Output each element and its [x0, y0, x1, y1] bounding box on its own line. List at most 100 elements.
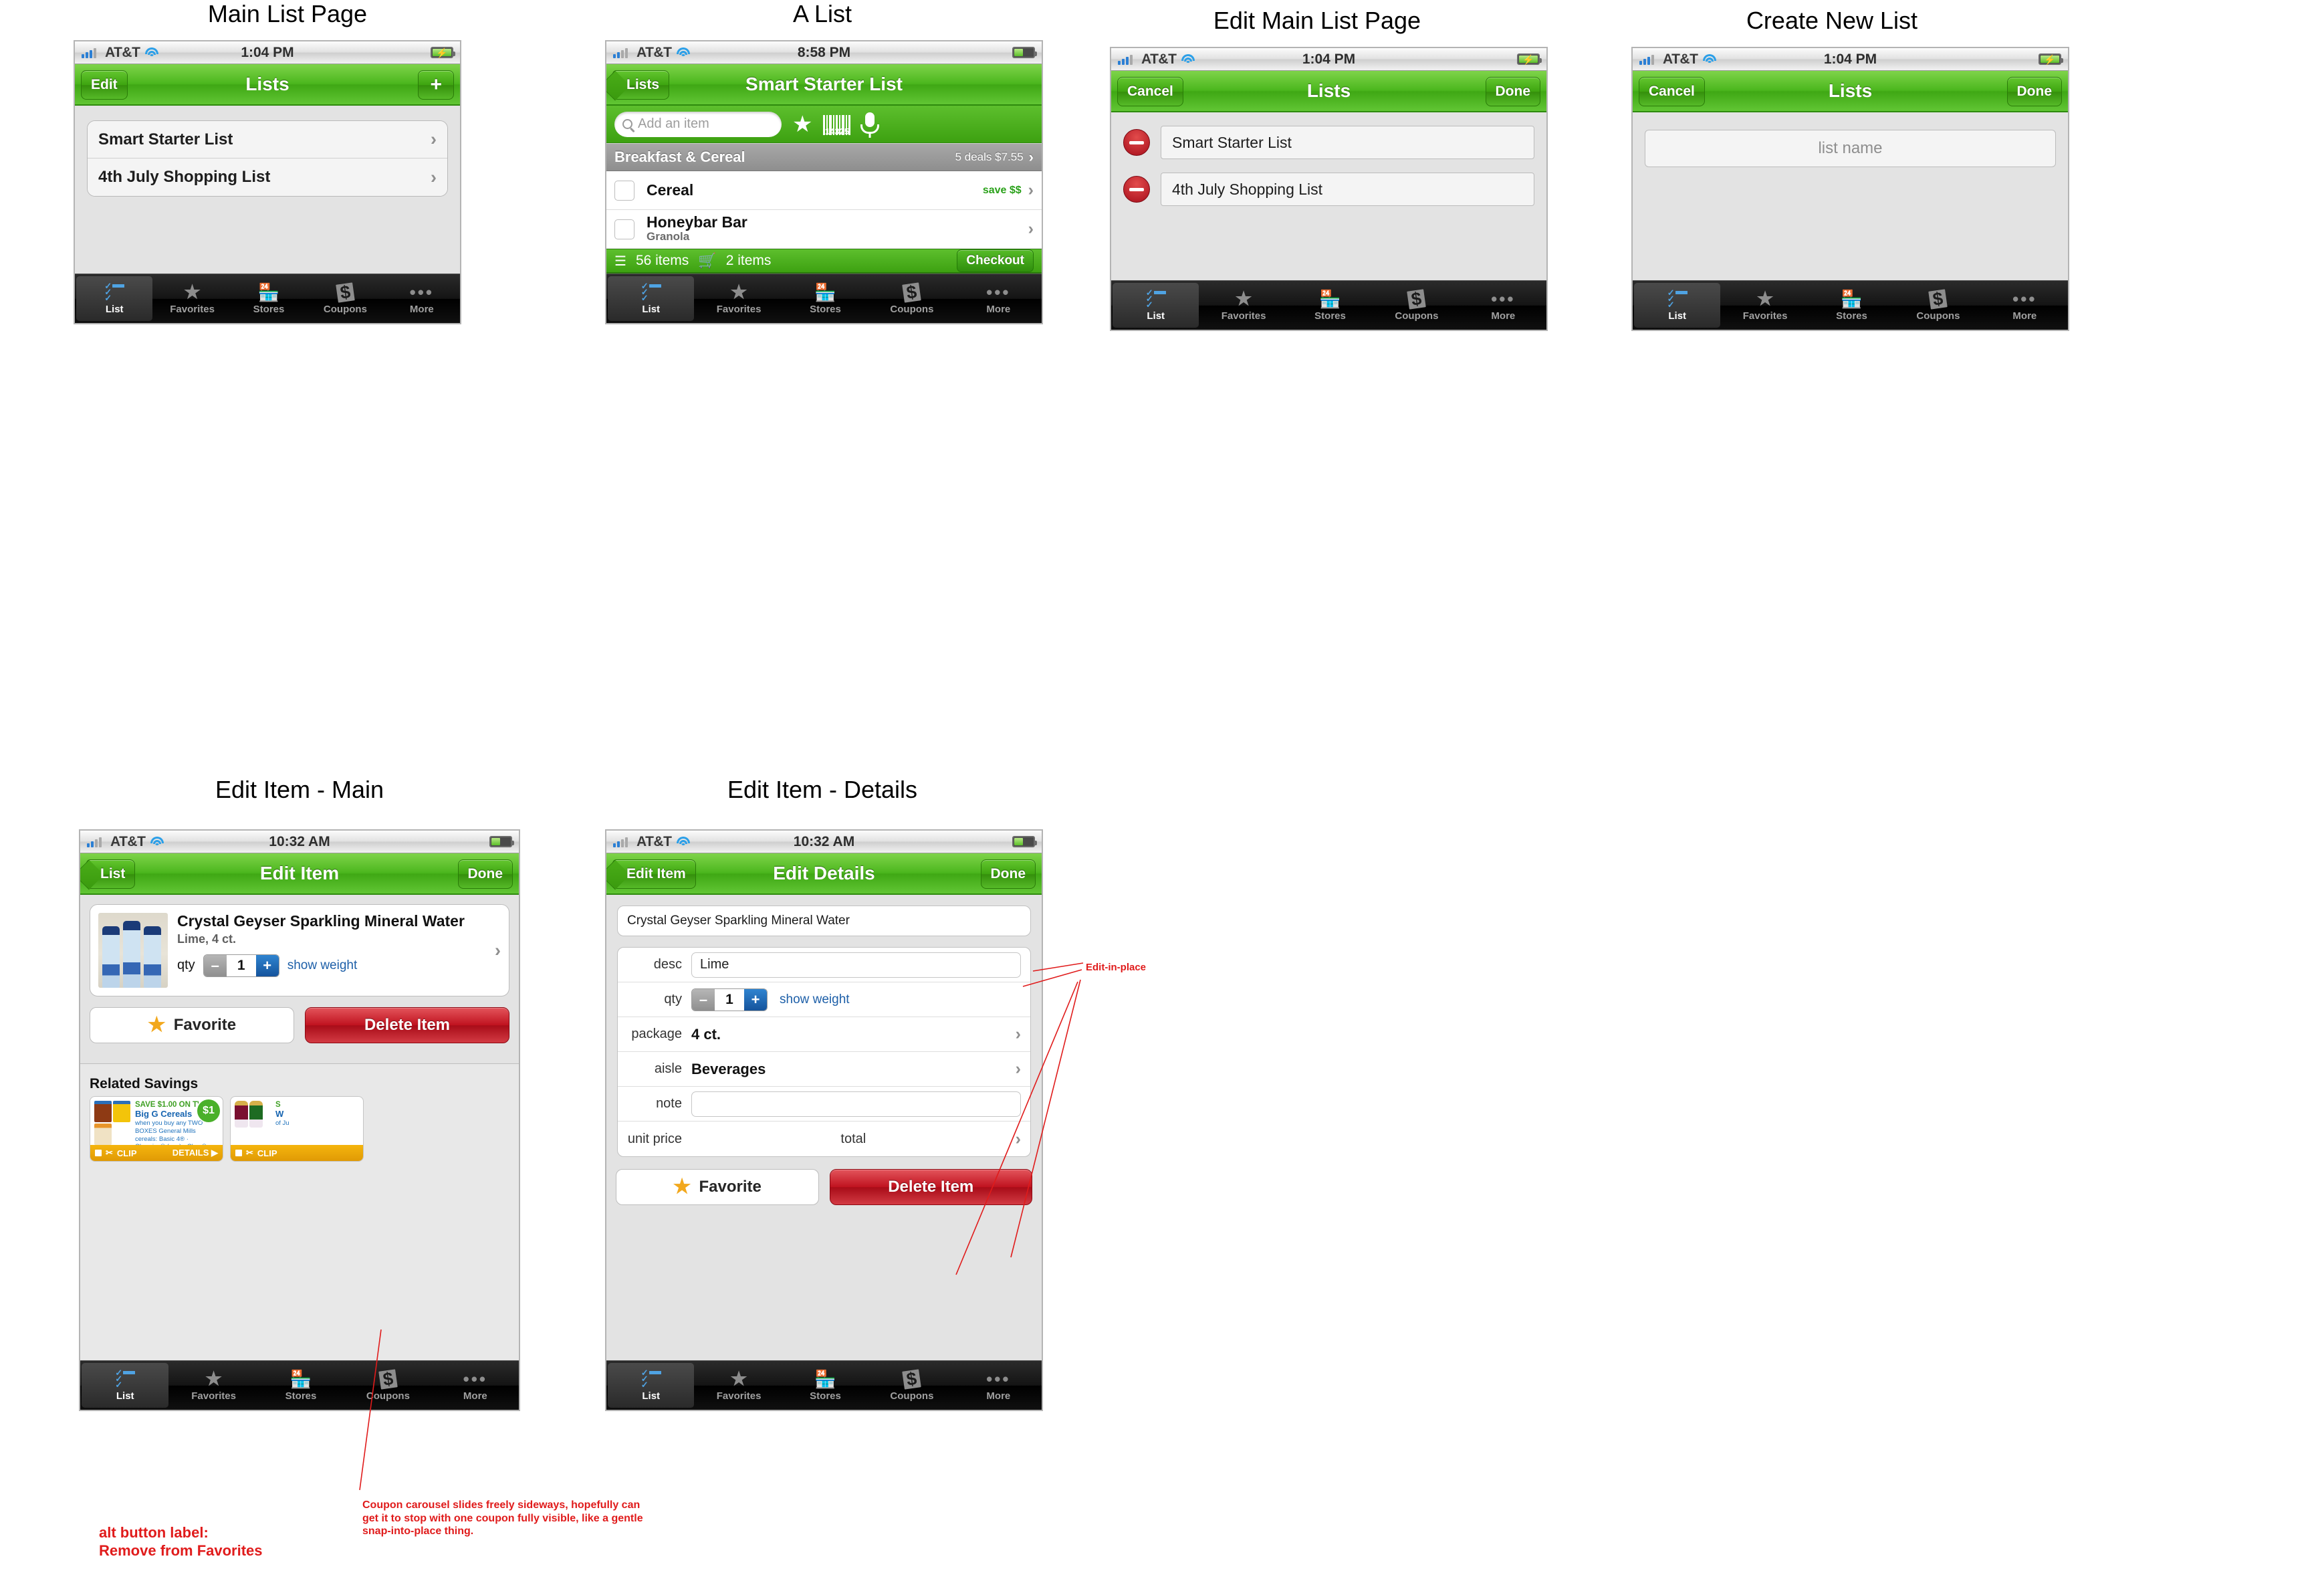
tab-coupons[interactable]: $ Coupons [868, 1361, 955, 1410]
annotation-alt-button-label: alt button label: Remove from Favorites [99, 1506, 263, 1560]
done-button[interactable]: Done [457, 859, 513, 889]
total-items-count: 56 items [635, 253, 689, 268]
tab-more[interactable]: ••• More [955, 274, 1042, 323]
item-title-input[interactable]: Crystal Geyser Sparkling Mineral Water [617, 906, 1031, 936]
list-row-item[interactable]: Cereal save $$ › [606, 171, 1042, 210]
list-item[interactable]: Smart Starter List › [88, 121, 447, 158]
qty-value[interactable]: 1 [226, 954, 256, 976]
tab-favorites[interactable]: ★ Favorites [154, 274, 230, 323]
qty-decrement-button[interactable]: – [203, 954, 227, 976]
checkout-button[interactable]: Checkout [957, 249, 1034, 272]
battery-icon [1012, 836, 1037, 847]
qty-value[interactable]: 1 [715, 988, 744, 1011]
edit-details-content: Crystal Geyser Sparkling Mineral Water d… [606, 895, 1042, 1360]
note-input[interactable] [691, 1091, 1021, 1117]
tab-more[interactable]: ••• More [1982, 281, 2068, 330]
coupon-card[interactable]: S W of Ju ✂ CLIP [230, 1096, 364, 1162]
back-to-edit-item-button[interactable]: Edit Item [612, 859, 696, 889]
chevron-right-icon[interactable]: › [495, 940, 501, 961]
detail-row-aisle[interactable]: aisle Beverages › [618, 1052, 1030, 1087]
favorite-button[interactable]: ★ Favorite [90, 1007, 294, 1043]
tab-list[interactable]: ✓ ✓ ✓ List [76, 276, 153, 321]
done-button[interactable]: Done [980, 859, 1036, 889]
show-weight-link[interactable]: show weight [780, 992, 850, 1007]
dollar-bill-icon: $ [378, 1368, 398, 1389]
tab-stores[interactable]: 🏪 Stores [782, 274, 868, 323]
tab-stores[interactable]: 🏪 Stores [257, 1361, 344, 1410]
status-bar: AT&T 10:32 AM [606, 831, 1042, 853]
detail-row-price[interactable]: unit price total › [618, 1122, 1030, 1156]
delete-row-icon[interactable] [1123, 176, 1150, 203]
tab-favorites[interactable]: ★ Favorites [1722, 281, 1808, 330]
detail-row-note: note [618, 1087, 1030, 1122]
list-item[interactable]: 4th July Shopping List › [88, 158, 447, 196]
delete-row-icon[interactable] [1123, 129, 1150, 156]
tab-coupons[interactable]: $ Coupons [868, 274, 955, 323]
clip-label[interactable]: CLIP [257, 1148, 277, 1158]
item-checkbox[interactable] [614, 180, 634, 201]
cancel-button[interactable]: Cancel [1117, 77, 1183, 106]
show-weight-link[interactable]: show weight [287, 958, 358, 973]
tab-favorites[interactable]: ★ Favorites [695, 274, 782, 323]
tab-list[interactable]: ✓ ✓ ✓ List [608, 1363, 695, 1408]
tab-stores[interactable]: 🏪 Stores [1809, 281, 1895, 330]
barcode-scan-button[interactable]: 14325 [823, 114, 851, 136]
tab-more[interactable]: ••• More [384, 274, 460, 323]
coupon-carousel[interactable]: SAVE $1.00 ON TWO Big G Cereals when you… [80, 1096, 519, 1162]
list-row-item[interactable]: Honeybar Bar Granola › [606, 210, 1042, 249]
tab-list[interactable]: ✓ ✓ ✓ List [608, 276, 695, 321]
tab-favorites[interactable]: ★ Favorites [695, 1361, 782, 1410]
edit-button[interactable]: Edit [81, 70, 128, 100]
favorites-star-button[interactable]: ★ [792, 113, 812, 136]
coupon-footer: ✂ CLIP DETAILS ▶ [90, 1145, 223, 1161]
done-button[interactable]: Done [1485, 77, 1540, 106]
clip-checkbox[interactable] [235, 1150, 242, 1156]
quantity-stepper[interactable]: – 1 + [203, 954, 279, 977]
tab-coupons[interactable]: $ Coupons [307, 274, 383, 323]
delete-item-button[interactable]: Delete Item [305, 1007, 509, 1043]
clip-checkbox[interactable] [95, 1150, 102, 1156]
tab-list[interactable]: ✓ ✓ ✓ List [1634, 283, 1721, 328]
coupon-details-link[interactable]: DETAILS ▶ [172, 1148, 218, 1158]
list-name-field[interactable]: Smart Starter List [1161, 126, 1534, 159]
tab-stores[interactable]: 🏪 Stores [231, 274, 307, 323]
clip-label[interactable]: CLIP [117, 1148, 137, 1158]
qty-decrement-button[interactable]: – [692, 988, 715, 1011]
done-button[interactable]: Done [2006, 77, 2062, 106]
add-item-input[interactable]: Add an item [614, 111, 782, 137]
item-checkbox[interactable] [614, 219, 634, 239]
tab-list[interactable]: ✓ ✓ ✓ List [82, 1363, 169, 1408]
qty-increment-button[interactable]: + [255, 954, 279, 976]
tab-favorites[interactable]: ★ Favorites [1200, 281, 1286, 330]
detail-row-package[interactable]: package 4 ct. › [618, 1017, 1030, 1052]
tab-coupons[interactable]: $ Coupons [344, 1361, 431, 1410]
tab-stores[interactable]: 🏪 Stores [782, 1361, 868, 1410]
product-image [98, 913, 168, 988]
delete-item-button[interactable]: Delete Item [829, 1169, 1032, 1205]
tab-more[interactable]: ••• More [432, 1361, 519, 1410]
tab-label: Stores [1836, 310, 1867, 322]
list-name-field[interactable]: 4th July Shopping List [1161, 173, 1534, 206]
chevron-right-icon: › [1028, 219, 1034, 238]
quantity-stepper[interactable]: – 1 + [691, 988, 768, 1011]
qty-increment-button[interactable]: + [744, 988, 767, 1011]
tab-favorites[interactable]: ★ Favorites [170, 1361, 257, 1410]
tab-coupons[interactable]: $ Coupons [1895, 281, 1981, 330]
favorite-button[interactable]: ★ Favorite [616, 1169, 819, 1205]
back-to-list-button[interactable]: List [86, 859, 136, 889]
coupon-card[interactable]: SAVE $1.00 ON TWO Big G Cereals when you… [90, 1096, 223, 1162]
voice-input-button[interactable] [861, 112, 879, 138]
list-name-input[interactable]: list name [1645, 130, 2056, 167]
tab-bar: ✓ ✓ ✓ List ★ Favorites 🏪 Stores $ Coupons ••• M… [75, 274, 460, 323]
add-list-button[interactable]: + [418, 70, 454, 100]
back-to-lists-button[interactable]: Lists [612, 70, 670, 100]
category-header[interactable]: Breakfast & Cereal 5 deals $7.55 › [606, 143, 1042, 171]
tab-stores[interactable]: 🏪 Stores [1287, 281, 1373, 330]
tab-more[interactable]: ••• More [955, 1361, 1042, 1410]
tab-more[interactable]: ••• More [1460, 281, 1546, 330]
cancel-button[interactable]: Cancel [1639, 77, 1705, 106]
tab-coupons[interactable]: $ Coupons [1373, 281, 1460, 330]
tab-list[interactable]: ✓ ✓ ✓ List [1113, 283, 1199, 328]
desc-input[interactable]: Lime [691, 952, 1021, 978]
product-card[interactable]: Crystal Geyser Sparkling Mineral Water L… [90, 904, 509, 996]
